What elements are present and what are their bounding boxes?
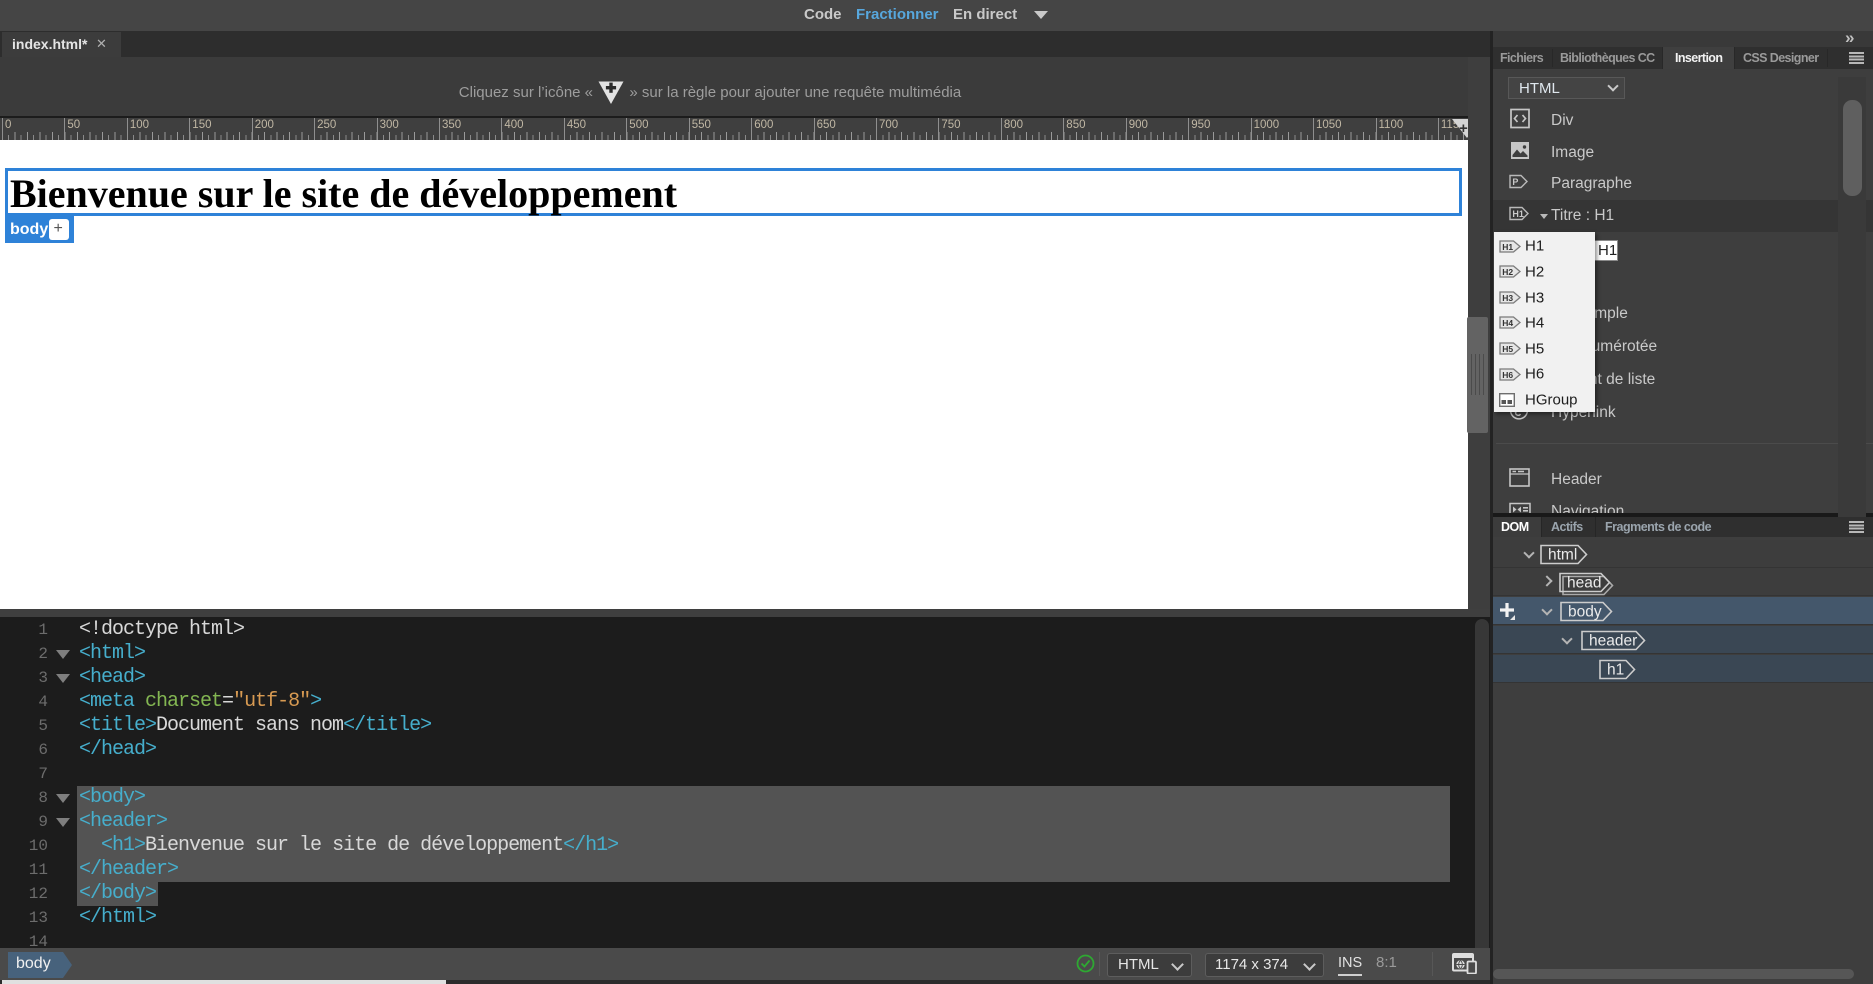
svg-text:body: body <box>1568 603 1602 620</box>
svg-text:H5: H5 <box>1502 344 1513 354</box>
svg-text:H3: H3 <box>1502 292 1513 302</box>
svg-text:header: header <box>1589 632 1637 649</box>
svg-text:H2: H2 <box>1502 267 1513 277</box>
svg-text:P: P <box>1512 177 1518 187</box>
svg-text:H6: H6 <box>1502 369 1513 379</box>
svg-text:H1: H1 <box>1502 241 1513 251</box>
svg-text:head: head <box>1567 574 1601 591</box>
svg-text:h1: h1 <box>1607 661 1624 678</box>
svg-text:H1: H1 <box>1512 209 1524 219</box>
svg-text:html: html <box>1548 546 1577 563</box>
svg-text:H4: H4 <box>1502 318 1513 328</box>
